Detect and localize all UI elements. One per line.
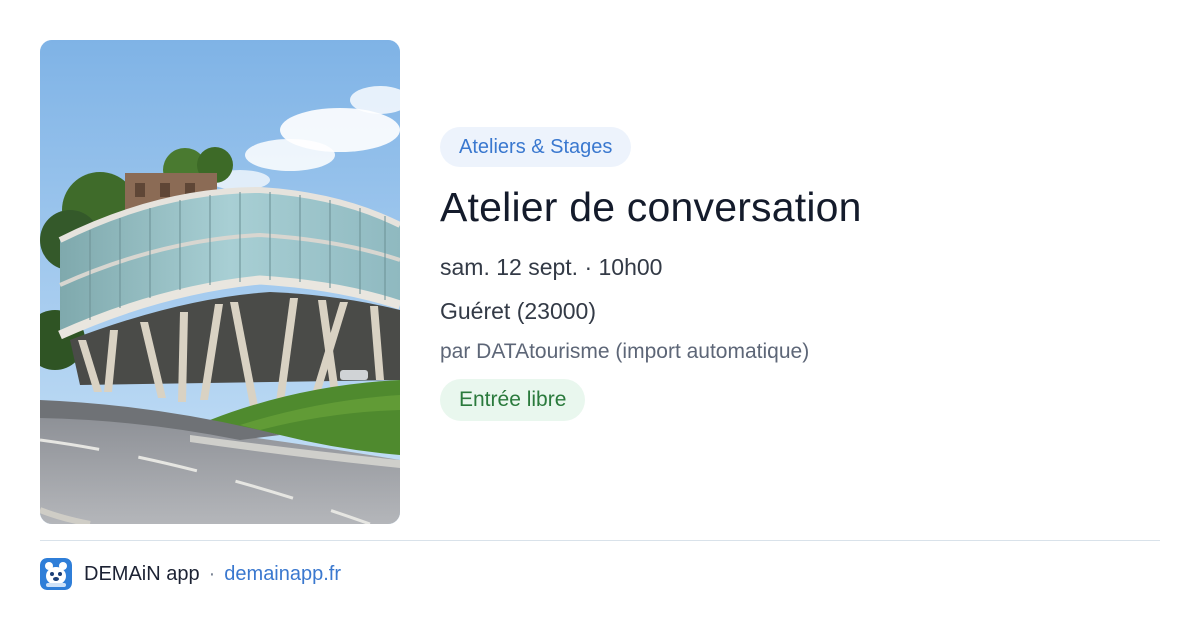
price-badge: Entrée libre xyxy=(440,379,586,421)
event-title: Atelier de conversation xyxy=(440,184,862,230)
building-photo-icon xyxy=(40,40,400,524)
event-source: par DATAtourisme (import automatique) xyxy=(440,340,810,363)
category-badge[interactable]: Ateliers & Stages xyxy=(440,127,632,167)
event-image[interactable] xyxy=(40,40,400,524)
event-location: Guéret (23000) xyxy=(440,298,596,324)
footer: DEMAiN app · demainapp.fr xyxy=(40,558,341,590)
footer-separator: · xyxy=(208,562,216,585)
app-logo-icon[interactable] xyxy=(40,558,72,590)
app-name: DEMAiN app xyxy=(84,562,200,585)
event-datetime: sam. 12 sept. · 10h00 xyxy=(440,254,663,280)
footer-divider xyxy=(40,540,1160,541)
app-url-link[interactable]: demainapp.fr xyxy=(224,563,341,586)
event-details: Ateliers & Stages Atelier de conversatio… xyxy=(440,127,1160,421)
